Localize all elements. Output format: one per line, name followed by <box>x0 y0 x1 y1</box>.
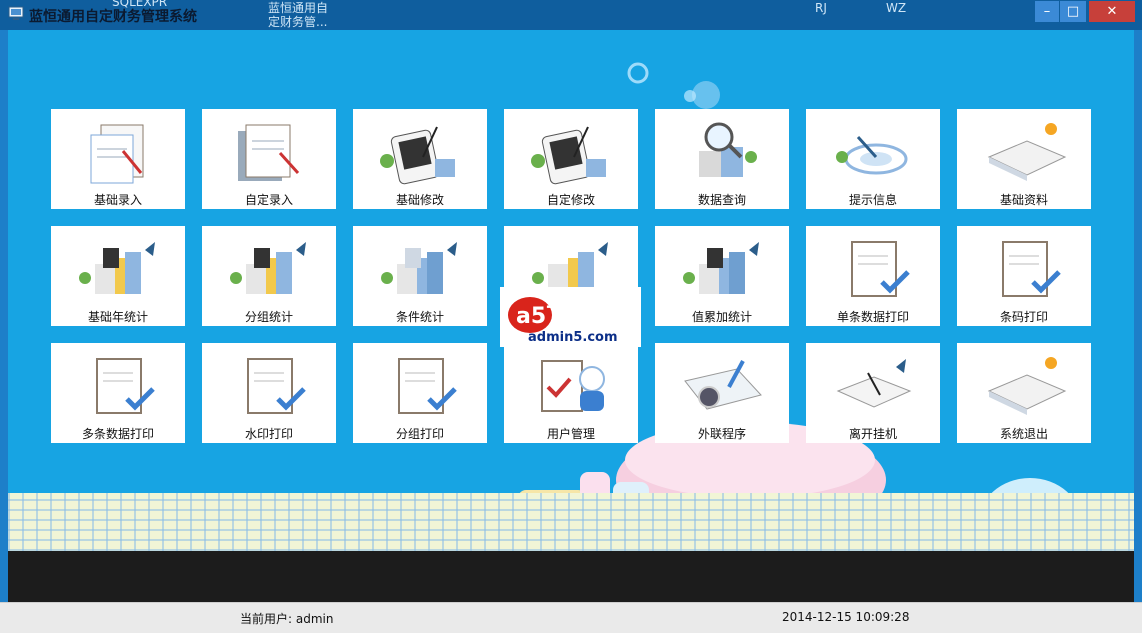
minimize-icon: – <box>1043 4 1051 19</box>
tile-basic-entry[interactable]: 基础录入 <box>51 109 185 209</box>
tile-single-print[interactable]: 单条数据打印 <box>806 226 940 326</box>
tile-label: 值累加统计 <box>691 310 752 324</box>
close-icon: ✕ <box>1106 4 1118 19</box>
tablet-pen-icon <box>531 126 606 185</box>
status-bar: 当前用户: admin 2014-12-15 10:09:28 <box>0 602 1142 633</box>
window-title: 蓝恒通用自定财务管理系统 <box>29 9 197 25</box>
tiled-floor <box>8 493 1134 551</box>
function-grid: 基础录入 自定录入 基础修改 自定修改 数据查询 提示信息 基础资料 基础年统计… <box>51 109 1091 444</box>
tile-barcode-print[interactable]: 条码打印 <box>957 226 1091 326</box>
tile-leave-standby[interactable]: 离开挂机 <box>806 343 940 443</box>
document-clipboard-icon <box>90 124 144 184</box>
calendar-book-icon <box>987 357 1067 415</box>
tile-label: 自定录入 <box>244 193 293 207</box>
notebook-butterfly-icon <box>836 359 912 408</box>
tile-group-stats[interactable]: 分组统计 <box>202 226 336 326</box>
calendar-book-icon <box>987 123 1067 181</box>
tile-label: 条码打印 <box>999 310 1048 324</box>
tile-label: 离开挂机 <box>848 427 897 441</box>
tile-label: 条件统计 <box>395 310 444 324</box>
tile-external-program[interactable]: 外联程序 <box>655 343 789 443</box>
tile-label: 单条数据打印 <box>836 310 909 324</box>
cubes-butterfly-icon <box>230 242 306 294</box>
watermark-url: admin5.com <box>528 330 618 345</box>
tile-watermark-print[interactable]: 水印打印 <box>202 343 336 443</box>
tile-label: 基础年统计 <box>87 310 148 324</box>
a5-logo-icon: a5下载 admin5.com <box>508 297 618 345</box>
tile-cumulative-stats[interactable]: 值累加统计 <box>655 226 789 326</box>
document-stack-icon <box>238 124 300 181</box>
document-check-icon <box>96 358 155 414</box>
tile-condition-stats[interactable]: 条件统计 <box>353 226 487 326</box>
document-check-icon <box>851 241 910 297</box>
tile-label: 用户管理 <box>546 427 595 441</box>
tile-label: 分组打印 <box>395 427 444 441</box>
tile-multi-print[interactable]: 多条数据打印 <box>51 343 185 443</box>
maximize-icon: □ <box>1066 4 1080 19</box>
tile-basic-annual-stats[interactable]: 基础年统计 <box>51 226 185 326</box>
document-check-icon <box>1002 241 1061 297</box>
bubble-icon <box>684 90 696 102</box>
cubes-butterfly-icon <box>381 242 457 294</box>
maximize-button[interactable]: □ <box>1060 1 1086 22</box>
bubble-icon <box>627 62 649 84</box>
tile-data-query[interactable]: 数据查询 <box>655 109 789 209</box>
status-datetime: 2014-12-15 10:09:28 <box>782 610 910 624</box>
document-check-icon <box>398 358 457 414</box>
magnifier-blocks-icon <box>699 122 757 177</box>
tile-basic-edit[interactable]: 基础修改 <box>353 109 487 209</box>
tile-label: 基础录入 <box>93 193 142 207</box>
tile-prompt-info[interactable]: 提示信息 <box>806 109 940 209</box>
tile-label: 基础修改 <box>395 193 444 207</box>
tile-label: 分组统计 <box>244 310 293 324</box>
watermark-logo: a5下载 admin5.com <box>500 287 641 347</box>
document-check-icon <box>247 358 306 414</box>
dartboard-icon <box>836 135 908 175</box>
watermark-brand: a5下载 <box>516 303 590 329</box>
tile-custom-entry[interactable]: 自定录入 <box>202 109 336 209</box>
tile-label: 多条数据打印 <box>81 427 154 441</box>
tile-label: 提示信息 <box>848 193 897 207</box>
tile-custom-edit[interactable]: 自定修改 <box>504 109 638 209</box>
window-titlebar[interactable]: 蓝恒通用自定财务管理系统 – □ ✕ <box>0 0 1142 30</box>
tablet-pen-icon <box>380 126 455 185</box>
user-checklist-icon <box>541 360 605 412</box>
app-window-icon <box>8 6 24 20</box>
tile-label: 外联程序 <box>697 427 746 441</box>
tile-label: 水印打印 <box>244 427 293 441</box>
tile-label: 数据查询 <box>697 193 746 207</box>
minimize-button[interactable]: – <box>1035 1 1059 22</box>
current-user: 当前用户: admin <box>240 612 334 626</box>
cubes-butterfly-icon <box>79 242 155 294</box>
tile-user-management[interactable]: 用户管理 <box>504 343 638 443</box>
tile-label: 自定修改 <box>546 193 595 207</box>
close-button[interactable]: ✕ <box>1089 1 1135 22</box>
floor-shadow <box>8 551 1134 602</box>
tile-label: 基础资料 <box>999 193 1048 207</box>
bubble-icon <box>692 81 720 109</box>
tile-label: 系统退出 <box>999 427 1048 441</box>
tile-system-exit[interactable]: 系统退出 <box>957 343 1091 443</box>
tile-group-print[interactable]: 分组打印 <box>353 343 487 443</box>
compass-map-icon <box>684 360 762 410</box>
cubes-butterfly-icon <box>683 242 759 294</box>
tile-basic-data[interactable]: 基础资料 <box>957 109 1091 209</box>
